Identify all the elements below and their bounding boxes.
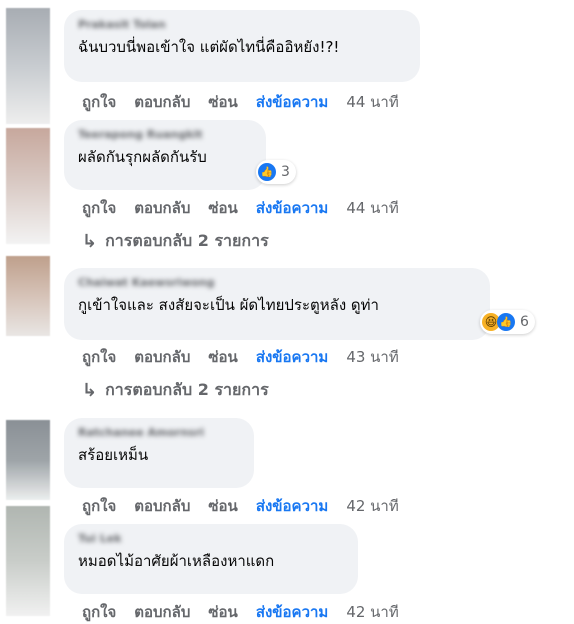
reaction-summary[interactable]: 😆 👍 6 [480,310,535,334]
comment-author[interactable]: Teerapong Ruangkit [78,128,252,142]
reply-arrow-icon: ↳ [82,380,98,401]
comment-bubble: Teerapong Ruangkit ผลัดกันรุกผลัดกันรับ [64,120,266,190]
comment-text: ผลัดกันรุกผลัดกันรับ [78,148,207,166]
hide-button[interactable]: ซ่อน [208,196,237,220]
reaction-count: 6 [520,314,529,330]
timestamp[interactable]: 44 นาที [346,90,398,114]
comment-actions: ถูกใจ ตอบกลับ ซ่อน ส่งข้อความ 44 นาที [82,196,417,220]
like-button[interactable]: ถูกใจ [82,90,116,114]
replies-label: การตอบกลับ 2 รายการ [105,380,269,399]
send-message-button[interactable]: ส่งข้อความ [256,345,329,369]
avatar[interactable] [6,8,50,124]
reply-button[interactable]: ตอบกลับ [134,600,190,624]
hide-button[interactable]: ซ่อน [208,345,237,369]
like-button[interactable]: ถูกใจ [82,600,116,624]
like-button[interactable]: ถูกใจ [82,494,116,518]
comment-actions: ถูกใจ ตอบกลับ ซ่อน ส่งข้อความ 42 นาที [82,494,417,518]
reply-button[interactable]: ตอบกลับ [134,494,190,518]
comment-bubble: Prakasit Tolan ฉันบวบนี่พอเข้าใจ แต่ผัดไ… [64,10,420,82]
timestamp[interactable]: 44 นาที [346,196,398,220]
comment-text: กูเข้าใจและ สงสัยจะเป็น ผัดไทยประตูหลัง … [78,296,379,314]
comment-actions: ถูกใจ ตอบกลับ ซ่อน ส่งข้อความ 43 นาที [82,345,417,369]
reply-button[interactable]: ตอบกลับ [134,90,190,114]
reply-button[interactable]: ตอบกลับ [134,345,190,369]
avatar[interactable] [6,506,50,616]
comment-bubble: Chaiwat Kaewsriwong กูเข้าใจและ สงสัยจะเ… [64,268,490,340]
avatar[interactable] [6,128,50,244]
comment-author[interactable]: Tui Lek [78,532,344,546]
comment-author[interactable]: Ratchanee Amornsri [78,426,240,440]
comment-text: ฉันบวบนี่พอเข้าใจ แต่ผัดไทนี่คืออิหยัง!?… [78,38,340,56]
view-replies-link[interactable]: ↳ การตอบกลับ 2 รายการ [82,229,269,254]
like-icon: 👍 [258,163,276,181]
comment-actions: ถูกใจ ตอบกลับ ซ่อน ส่งข้อความ 44 นาที [82,90,417,114]
comment-author[interactable]: Chaiwat Kaewsriwong [78,276,476,290]
send-message-button[interactable]: ส่งข้อความ [256,600,329,624]
timestamp[interactable]: 42 นาที [346,600,398,624]
avatar[interactable] [6,256,50,336]
comment-text: หมอดไม้อาศัยผ้าเหลืองหาแดก [78,552,275,570]
send-message-button[interactable]: ส่งข้อความ [256,196,329,220]
reaction-summary[interactable]: 👍 3 [256,160,296,184]
like-button[interactable]: ถูกใจ [82,196,116,220]
view-replies-link[interactable]: ↳ การตอบกลับ 2 รายการ [82,378,269,403]
like-icon: 👍 [497,313,515,331]
comment-text: สร้อยเหม็น [78,446,149,464]
comment-author[interactable]: Prakasit Tolan [78,18,406,32]
reply-arrow-icon: ↳ [82,231,98,252]
like-button[interactable]: ถูกใจ [82,345,116,369]
comment-actions: ถูกใจ ตอบกลับ ซ่อน ส่งข้อความ 42 นาที [82,600,417,624]
reply-button[interactable]: ตอบกลับ [134,196,190,220]
hide-button[interactable]: ซ่อน [208,494,237,518]
avatar[interactable] [6,420,50,500]
comment-bubble: Tui Lek หมอดไม้อาศัยผ้าเหลืองหาแดก [64,524,358,594]
send-message-button[interactable]: ส่งข้อความ [256,90,329,114]
timestamp[interactable]: 43 นาที [346,345,398,369]
replies-label: การตอบกลับ 2 รายการ [105,231,269,250]
send-message-button[interactable]: ส่งข้อความ [256,494,329,518]
hide-button[interactable]: ซ่อน [208,600,237,624]
comment-bubble: Ratchanee Amornsri สร้อยเหม็น [64,418,254,488]
timestamp[interactable]: 42 นาที [346,494,398,518]
reaction-count: 3 [281,164,290,180]
hide-button[interactable]: ซ่อน [208,90,237,114]
